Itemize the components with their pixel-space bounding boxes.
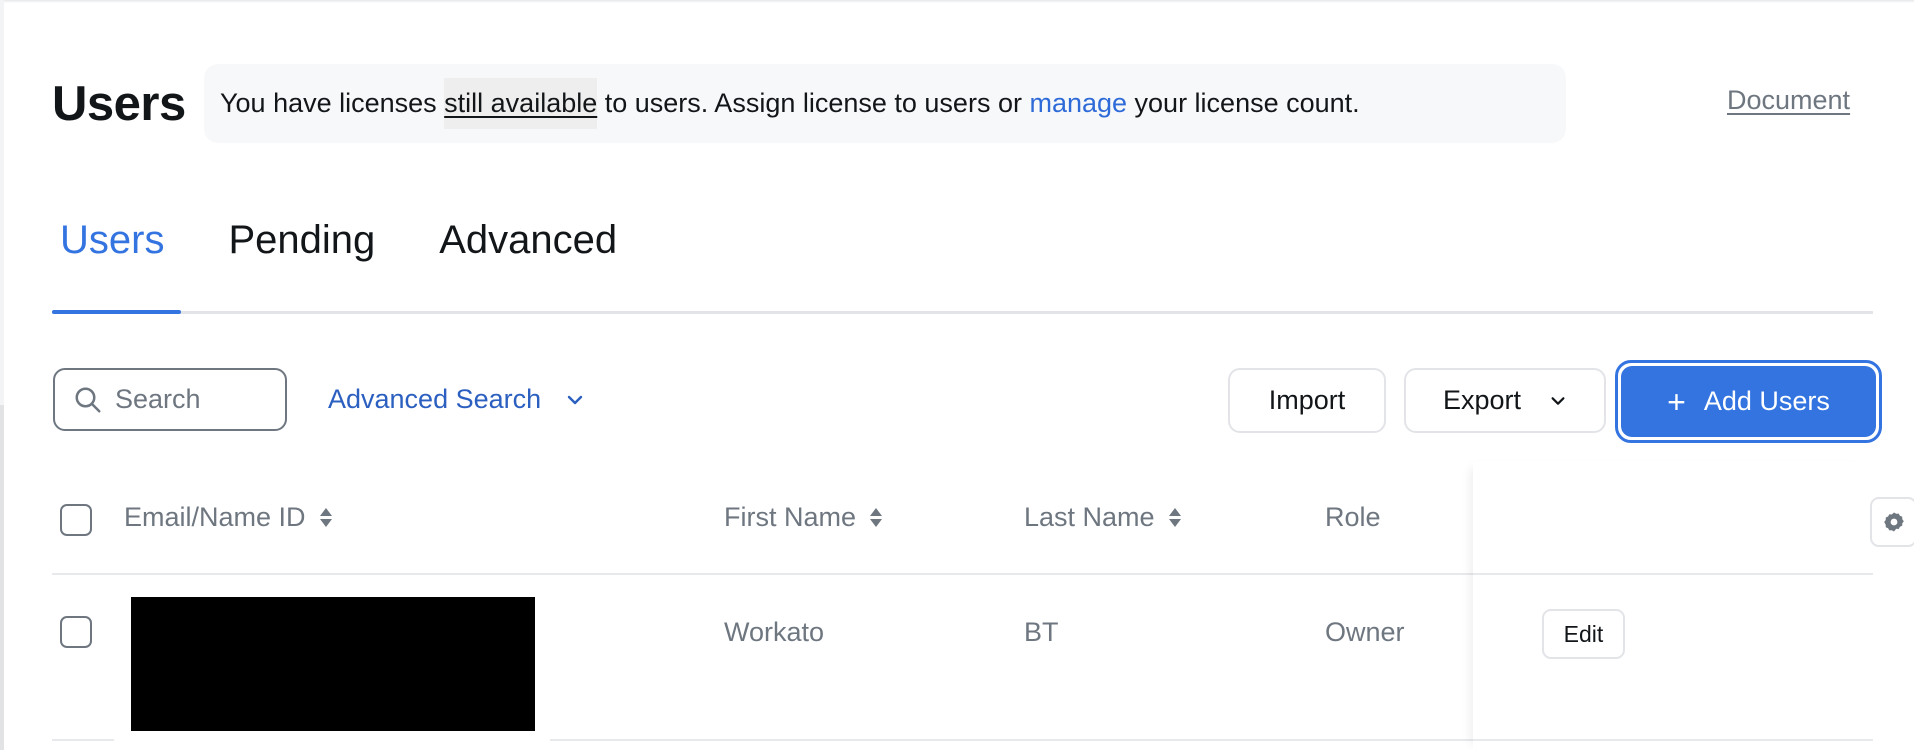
- banner-text-before: You have licenses: [220, 88, 445, 118]
- column-header-label: Role: [1325, 502, 1381, 532]
- row-checkbox[interactable]: [60, 616, 92, 648]
- tab-advanced[interactable]: Advanced: [439, 210, 617, 310]
- column-settings-button[interactable]: [1870, 497, 1914, 547]
- column-header-role: Role: [1325, 502, 1381, 533]
- sort-icon[interactable]: [1168, 508, 1181, 527]
- cell-role: Owner: [1325, 617, 1405, 647]
- column-header-last-name[interactable]: Last Name: [1024, 502, 1181, 533]
- select-all-checkbox[interactable]: [60, 504, 92, 536]
- column-header-label: Email/Name ID: [124, 502, 306, 532]
- search-input[interactable]: [115, 384, 265, 415]
- cell-first-name: Workato: [724, 617, 825, 647]
- import-button[interactable]: Import: [1228, 368, 1386, 433]
- column-header-label: Last Name: [1024, 502, 1155, 532]
- row-divider: [1473, 739, 1873, 741]
- column-header-label: First Name: [724, 502, 857, 532]
- redacted-email: [131, 597, 535, 731]
- search-field[interactable]: [53, 368, 287, 431]
- advanced-search-toggle[interactable]: Advanced Search: [328, 384, 585, 415]
- sort-icon[interactable]: [319, 508, 332, 527]
- chevron-down-icon: [567, 395, 583, 404]
- tab-users[interactable]: Users: [60, 210, 164, 310]
- chevron-down-icon: [1551, 396, 1565, 405]
- top-shadow: [0, 0, 1914, 3]
- sort-icon[interactable]: [870, 508, 883, 527]
- plus-icon: +: [1667, 383, 1686, 420]
- banner-highlight: still available: [444, 78, 598, 129]
- header-divider: [1473, 573, 1873, 575]
- search-icon: [75, 387, 101, 412]
- add-users-label: Add Users: [1703, 386, 1830, 416]
- tab-track: [52, 311, 1873, 314]
- advanced-search-label: Advanced Search: [328, 384, 542, 414]
- document-link[interactable]: Document: [1727, 85, 1850, 116]
- edit-button[interactable]: Edit: [1542, 609, 1625, 659]
- column-header-first-name[interactable]: First Name: [724, 502, 883, 533]
- column-header-email[interactable]: Email/Name ID: [124, 502, 332, 533]
- banner-text-middle: to users. Assign license to users or: [597, 88, 1030, 118]
- license-banner: You have licenses still available to use…: [204, 64, 1566, 143]
- left-scrollbar-thumb[interactable]: [0, 405, 4, 750]
- import-label: Import: [1268, 385, 1346, 415]
- active-tab-indicator: [52, 310, 181, 314]
- tab-pending[interactable]: Pending: [228, 210, 375, 310]
- export-label: Export: [1442, 385, 1522, 415]
- tab-bar: Users Pending Advanced: [52, 210, 617, 310]
- export-button[interactable]: Export: [1404, 368, 1606, 433]
- actions-column: Edit: [1473, 462, 1914, 750]
- cell-last-name: BT: [1024, 617, 1059, 647]
- add-users-button[interactable]: + Add Users: [1615, 360, 1882, 443]
- manage-license-link[interactable]: manage: [1029, 88, 1127, 119]
- add-users-button-body: + Add Users: [1621, 366, 1876, 437]
- row-divider: [52, 739, 114, 741]
- banner-text-after: your license count.: [1127, 88, 1360, 118]
- page-title: Users: [52, 77, 186, 131]
- gear-icon: [1883, 512, 1904, 532]
